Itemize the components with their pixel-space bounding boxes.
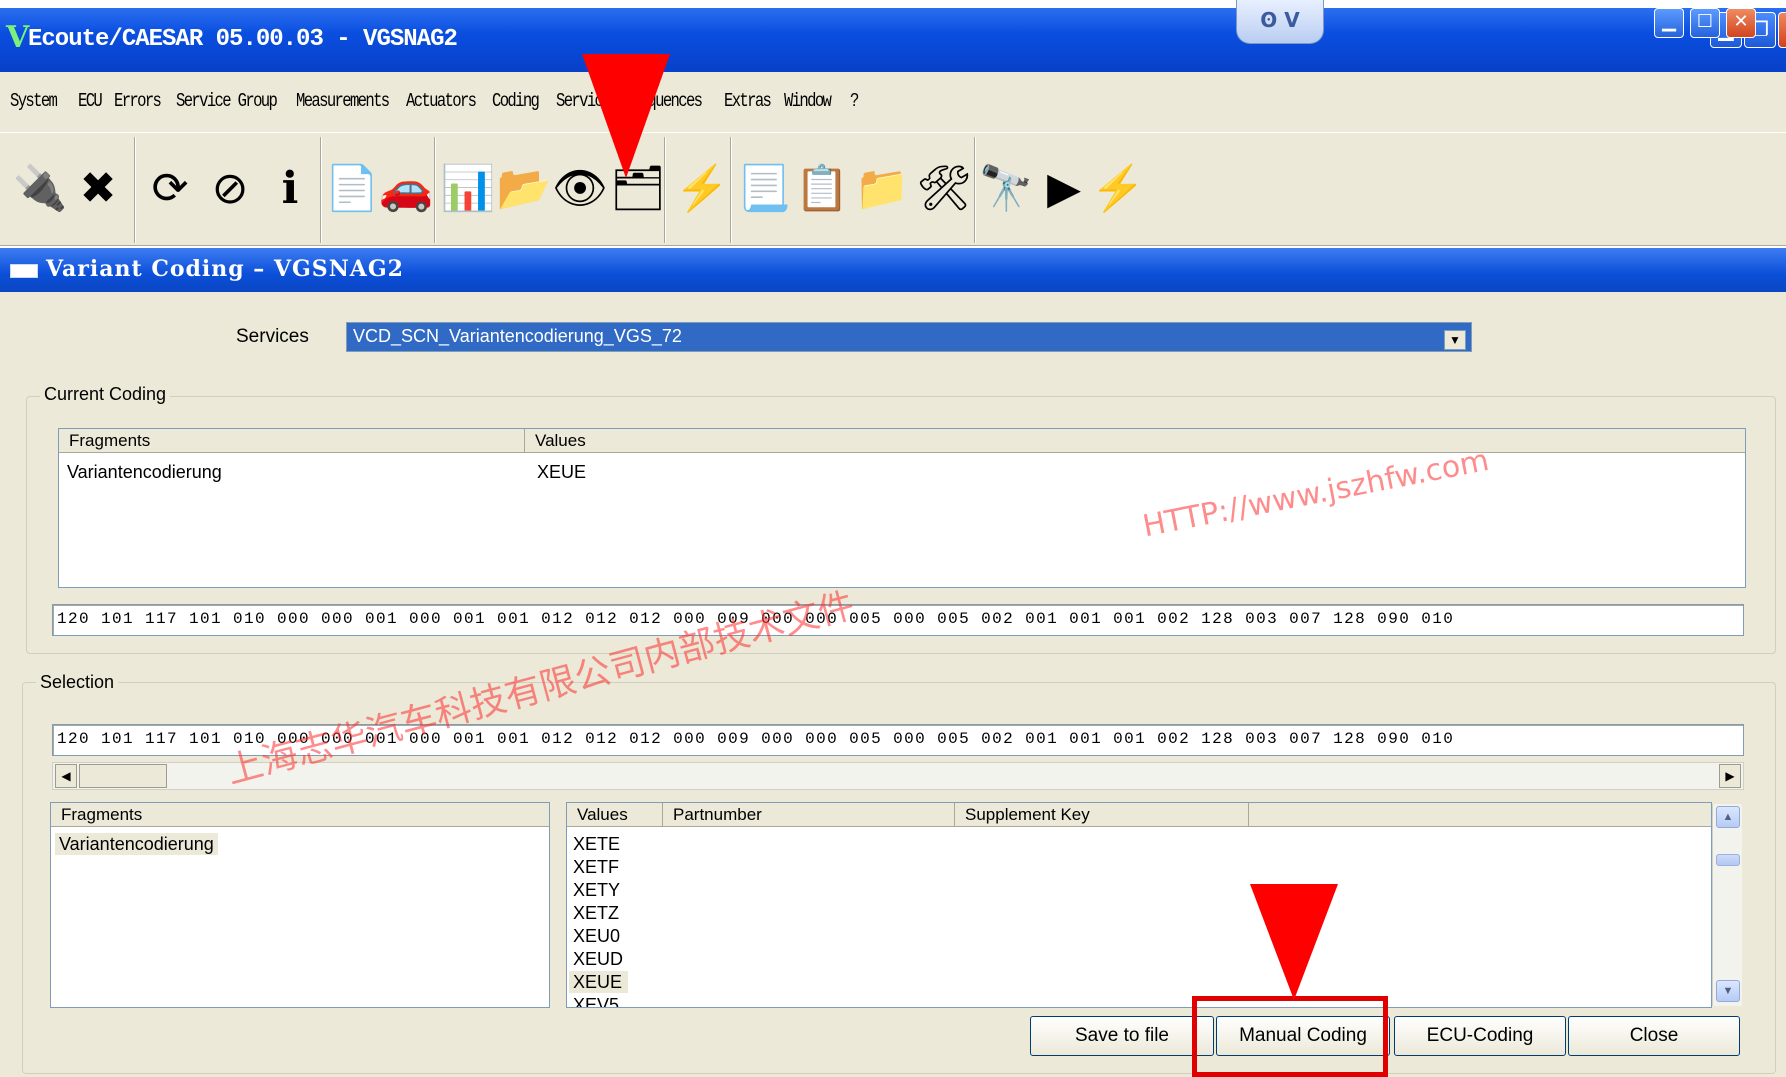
menubar: System ECU Errors Service Group Measurem… [0,72,1786,132]
manual-coding-highlight [1192,996,1388,1077]
folder-export-icon[interactable]: 📁 [852,143,912,235]
services-label: Services [236,326,309,347]
window-icon [10,264,38,278]
child-minimize-button[interactable]: ▁ [1654,8,1684,38]
app-logo-icon: V [6,20,30,55]
menu-extras[interactable]: Extras [724,90,772,112]
value-item[interactable]: XETY [573,879,620,901]
chevron-down-icon[interactable]: ▼ [1444,330,1466,350]
current-coding-legend: Current Coding [40,384,171,405]
value-item[interactable]: XEV5 [573,994,619,1007]
refresh-icon[interactable]: ⟳ [140,143,200,235]
current-fragment-cell: Variantencodierung [67,462,222,482]
vehicle-icon[interactable]: 🚗 [376,143,436,235]
close-button[interactable]: Close [1568,1016,1740,1056]
selection-values-list[interactable]: Values Partnumber Supplement Key XETE XE… [566,802,1712,1008]
save-to-file-button[interactable]: Save to file [1030,1016,1214,1056]
services-dropdown[interactable]: VCD_SCN_Variantencodierung_VGS_72 [346,322,1472,352]
column-header-partnumber[interactable]: Partnumber [663,803,955,827]
value-item-selected[interactable]: XEUE [569,971,629,993]
services-selected-value: VCD_SCN_Variantencodierung_VGS_72 [353,326,682,346]
settings-tools-icon[interactable]: 🛠 [914,143,974,235]
binoculars-icon[interactable]: 🔭 [976,143,1036,235]
current-bytes-text: 120 101 117 101 010 000 000 001 000 001 … [57,610,1455,628]
list-icon[interactable]: 📋 [792,143,852,235]
toolbar-separator [134,137,136,243]
column-header-fragments[interactable]: Fragments [51,803,549,827]
ecu-info-icon[interactable]: ℹ [260,143,320,235]
scrollbar-thumb[interactable] [1716,854,1740,866]
menu-system[interactable]: System [10,90,58,112]
column-header-supplement-key[interactable]: Supplement Key [955,803,1249,827]
column-header-values[interactable]: Values [525,429,1745,453]
vertical-scrollbar[interactable]: ▲ ▼ [1712,804,1742,1006]
plug-icon[interactable]: ▶ [1034,143,1094,235]
document-icon[interactable]: 📃 [734,143,794,235]
toolbar: 🔌 ✖ ⟳ ⊘ ℹ 📄 🚗 📊 📂 👁 🗂 ⚡ 📃 📋 📁 🛠 🔭 ▶ ⚡ [0,132,1786,246]
value-item[interactable]: XEUD [573,948,623,970]
arrow-down-icon [582,54,670,178]
menu-window[interactable]: Window [784,90,832,112]
column-header-empty [1249,803,1711,827]
column-header-values[interactable]: Values [567,803,663,827]
scroll-right-icon[interactable]: ▶ [1719,764,1741,788]
child-maximize-button[interactable]: ☐ [1690,8,1720,38]
flash-icon[interactable]: ⚡ [672,143,732,235]
menu-actuators[interactable]: Actuators [406,90,477,112]
connect-icon[interactable]: 🔌 [10,143,70,235]
current-coding-bytes: 120 101 117 101 010 000 000 001 000 001 … [52,604,1744,636]
titlebar-center-tab[interactable]: ʘ V [1236,0,1324,44]
selection-legend: Selection [36,672,119,693]
fragment-item[interactable]: Variantencodierung [55,833,218,855]
value-item[interactable]: XEU0 [573,925,620,947]
scrollbar-thumb[interactable] [79,764,167,788]
unplug-icon[interactable]: ⚡ [1088,143,1148,235]
scroll-down-icon[interactable]: ▼ [1716,980,1740,1002]
menu-measurements[interactable]: Measurements [296,90,390,112]
scroll-up-icon[interactable]: ▲ [1716,806,1740,828]
report-icon[interactable]: 📄 [322,143,382,235]
menu-ecu[interactable]: ECU [78,90,103,112]
toolbar-separator [434,137,436,243]
value-item[interactable]: XETE [573,833,620,855]
value-item[interactable]: XETZ [573,902,619,924]
open-folder-icon[interactable]: 📂 [494,143,554,235]
arrow-down-icon [1250,884,1338,1000]
toolbar-separator [730,137,732,243]
app-titlebar: V Ecoute/CAESAR 05.00.03 - VGSNAG2 [0,8,1786,72]
child-close-button[interactable]: ✕ [1726,8,1756,38]
measurement-icon[interactable]: 📊 [438,143,498,235]
variant-coding-titlebar: Variant Coding – VGSNAG2 [0,248,1786,292]
menu-coding[interactable]: Coding [492,90,540,112]
menu-help[interactable]: ? [850,90,859,112]
app-title: Ecoute/CAESAR 05.00.03 - VGSNAG2 [28,26,458,53]
reset-icon[interactable]: ⊘ [200,143,260,235]
menu-errors[interactable]: Errors [114,90,162,112]
variant-coding-title: Variant Coding – VGSNAG2 [46,256,404,282]
scroll-left-icon[interactable]: ◀ [55,764,77,788]
disconnect-icon[interactable]: ✖ [68,143,128,235]
selection-bytes: 120 101 117 101 010 000 000 001 000 001 … [52,724,1744,756]
app-close-button[interactable]: ✕ [1778,12,1786,48]
current-value-cell: XEUE [537,462,587,482]
selection-fragments-list[interactable]: Fragments Variantencodierung [50,802,550,1008]
selection-bytes-text: 120 101 117 101 010 000 000 001 000 001 … [57,730,1455,748]
menu-service-group[interactable]: Service Group [176,90,278,112]
ecu-coding-button[interactable]: ECU-Coding [1394,1016,1566,1056]
current-coding-list[interactable]: Fragments Values Variantencodierung XEUE [58,428,1746,588]
column-header-fragments[interactable]: Fragments [59,429,525,453]
value-item[interactable]: XETF [573,856,619,878]
horizontal-scrollbar[interactable]: ◀ ▶ [52,762,1744,790]
